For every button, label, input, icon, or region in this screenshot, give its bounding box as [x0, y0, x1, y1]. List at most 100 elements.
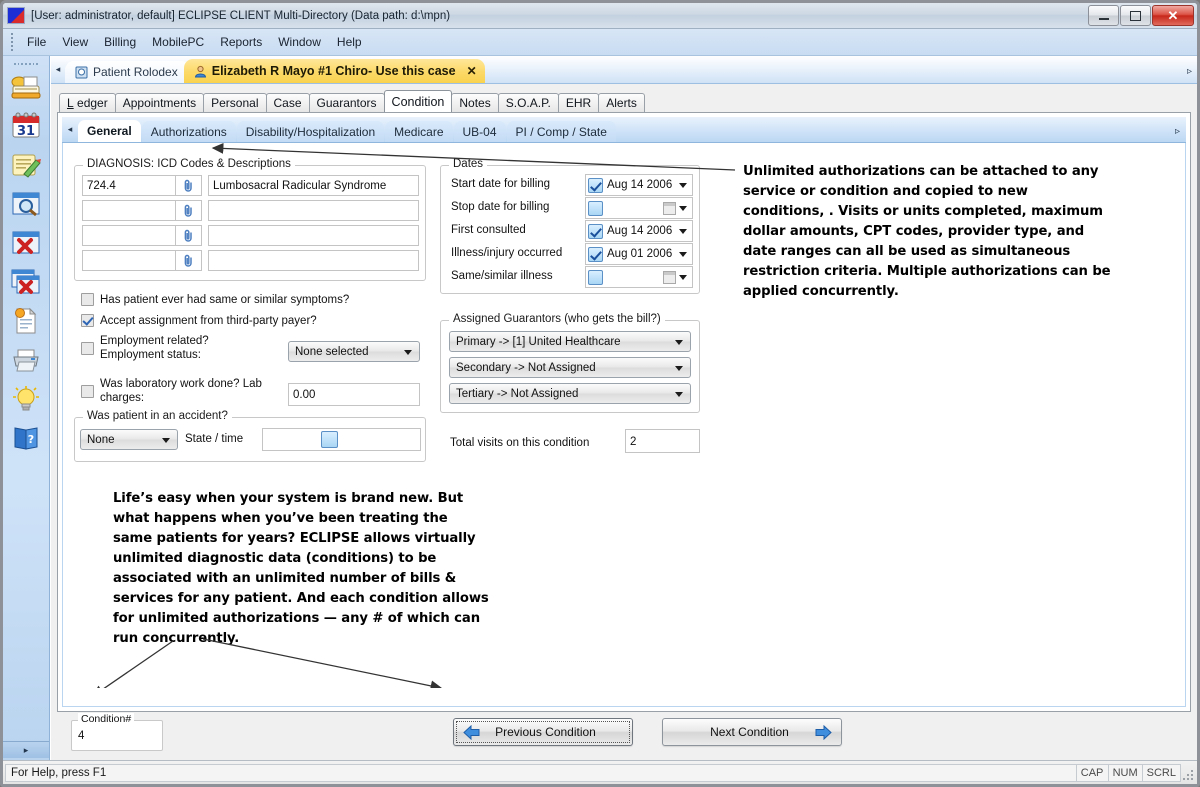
sidebar-collapse-button[interactable]: ▸	[3, 741, 49, 758]
sub-tab-medicare[interactable]: Medicare	[385, 121, 453, 142]
tertiary-guarantor-dropdown[interactable]: Tertiary -> Not Assigned	[449, 383, 691, 404]
patient-tabs-scroll-left-icon[interactable]: ◂	[51, 56, 65, 83]
new-document-icon[interactable]	[9, 305, 43, 337]
tab-guarantors[interactable]: Guarantors	[308, 93, 385, 112]
stop-date-field[interactable]	[585, 197, 693, 219]
employment-related-checkbox[interactable]	[81, 341, 94, 355]
main-tab-row: L Ledger Appointments Personal Case Guara…	[57, 90, 1191, 112]
similar-symptoms-row: Has patient ever had same or similar sym…	[81, 293, 349, 306]
patient-tab-elizabeth-mayo[interactable]: Elizabeth R Mayo #1 Chiro- Use this case…	[183, 59, 485, 83]
secondary-guarantor-value: Secondary -> Not Assigned	[456, 361, 596, 374]
diagnosis-code-input-3[interactable]	[82, 225, 176, 246]
patient-tabs-scroll-right-icon[interactable]: ▹	[1187, 66, 1192, 77]
primary-guarantor-dropdown[interactable]: Primary -> [1] United Healthcare	[449, 331, 691, 352]
menu-item-file[interactable]: File	[19, 32, 54, 52]
paperclip-icon-4[interactable]	[176, 250, 202, 271]
total-visits-label: Total visits on this condition	[450, 437, 590, 449]
tab-guarantors-label: Guarantors	[316, 96, 377, 110]
accident-state-time-input[interactable]	[262, 428, 421, 451]
menu-item-window[interactable]: Window	[270, 32, 329, 52]
diagnosis-description-input-3[interactable]	[208, 225, 419, 246]
stop-date-checkbox[interactable]	[588, 200, 603, 216]
accident-type-dropdown[interactable]: None	[80, 429, 178, 450]
start-date-checkbox[interactable]	[588, 177, 603, 193]
sub-tab-pi-comp-state[interactable]: PI / Comp / State	[506, 121, 616, 142]
diagnosis-code-input-1[interactable]: 724.4	[82, 175, 176, 196]
diagnosis-code-input-4[interactable]	[82, 250, 176, 271]
diagnosis-description-input-4[interactable]	[208, 250, 419, 271]
tab-personal[interactable]: Personal	[203, 93, 267, 112]
maximize-button[interactable]	[1120, 5, 1151, 26]
tab-ehr[interactable]: EHR	[557, 93, 600, 112]
menu-item-view[interactable]: View	[54, 32, 96, 52]
employment-status-label: Employment status:	[100, 349, 201, 361]
sub-tab-authorizations[interactable]: Authorizations	[141, 121, 236, 142]
sub-tabs-scroll-right-icon[interactable]: ▹	[1175, 126, 1180, 137]
accept-assignment-checkbox[interactable]	[81, 314, 94, 327]
diagnosis-code-input-2[interactable]	[82, 200, 176, 221]
help-book-icon[interactable]: ?	[9, 422, 43, 454]
tab-soap[interactable]: S.O.A.P.	[497, 93, 559, 112]
first-consulted-checkbox[interactable]	[588, 223, 603, 239]
menu-item-mobilepc[interactable]: MobilePC	[144, 32, 212, 52]
notepad-pencil-icon[interactable]	[9, 149, 43, 181]
diagnosis-description-input-2[interactable]	[208, 200, 419, 221]
previous-condition-button[interactable]: Previous Condition	[453, 718, 633, 746]
illness-occurred-label: Illness/injury occurred	[451, 247, 563, 259]
patient-tab-rolodex[interactable]: Patient Rolodex	[65, 61, 190, 83]
paperclip-icon-3[interactable]	[176, 225, 202, 246]
resize-grip[interactable]	[1181, 764, 1195, 782]
printer-icon[interactable]	[9, 344, 43, 376]
tab-notes[interactable]: Notes	[451, 93, 499, 112]
menu-item-billing[interactable]: Billing	[96, 32, 144, 52]
close-all-windows-icon[interactable]	[9, 266, 43, 298]
rolodex-icon[interactable]	[9, 71, 43, 103]
same-similar-illness-field[interactable]	[585, 266, 693, 288]
stop-date-label: Stop date for billing	[451, 201, 550, 213]
menu-item-help[interactable]: Help	[329, 32, 370, 52]
lightbulb-icon[interactable]	[9, 383, 43, 415]
same-similar-illness-checkbox[interactable]	[588, 269, 603, 285]
sub-tabs-scroll-left-icon[interactable]: ◂	[62, 117, 78, 142]
first-consulted-field[interactable]: Aug 14 2006	[585, 220, 693, 242]
illness-occurred-checkbox[interactable]	[588, 246, 603, 262]
total-visits-input[interactable]: 2	[625, 429, 700, 453]
search-window-icon[interactable]	[9, 188, 43, 220]
next-condition-button[interactable]: Next Condition	[662, 718, 842, 746]
start-date-field[interactable]: Aug 14 2006	[585, 174, 693, 196]
sub-tab-ub04[interactable]: UB-04	[453, 121, 506, 142]
condition-number-field[interactable]: Condition# 4	[71, 713, 163, 751]
tab-case[interactable]: Case	[265, 93, 310, 112]
minimize-button[interactable]	[1088, 5, 1119, 26]
employment-status-dropdown[interactable]: None selected	[288, 341, 420, 362]
illness-occurred-field[interactable]: Aug 01 2006	[585, 243, 693, 265]
annotation-authorizations: Unlimited authorizations can be attached…	[743, 164, 1111, 300]
menu-item-reports[interactable]: Reports	[212, 32, 270, 52]
lab-charges-input[interactable]: 0.00	[288, 383, 420, 406]
chevron-down-icon-illness-occurred	[679, 252, 687, 257]
paperclip-icon-1[interactable]	[176, 175, 202, 196]
tab-condition[interactable]: Condition	[383, 90, 453, 112]
accident-time-checkbox[interactable]	[321, 431, 338, 448]
paperclip-icon-2[interactable]	[176, 200, 202, 221]
tab-appointments[interactable]: Appointments	[114, 93, 205, 112]
sidebar-gripper[interactable]	[13, 60, 39, 67]
close-button[interactable]: ✕	[1152, 5, 1194, 26]
similar-symptoms-checkbox[interactable]	[81, 293, 94, 306]
status-cell-num: NUM	[1108, 763, 1143, 782]
menu-gripper[interactable]	[8, 32, 16, 52]
calendar-picker-icon-same-similar[interactable]	[663, 271, 676, 284]
tab-alerts[interactable]: Alerts	[598, 93, 645, 112]
sub-tab-disability-hospitalization[interactable]: Disability/Hospitalization	[236, 121, 385, 142]
status-cell-caps: CAP	[1076, 763, 1109, 782]
diagnosis-description-input-1[interactable]: Lumbosacral Radicular Syndrome	[208, 175, 419, 196]
secondary-guarantor-dropdown[interactable]: Secondary -> Not Assigned	[449, 357, 691, 378]
patient-tab-close-icon[interactable]: ✕	[467, 64, 477, 78]
calendar-icon[interactable]: 31	[9, 110, 43, 142]
lab-work-checkbox[interactable]	[81, 384, 94, 398]
diagnosis-group: DIAGNOSIS: ICD Codes & Descriptions 724.…	[74, 158, 426, 281]
sub-tab-general[interactable]: General	[78, 120, 141, 142]
close-window-icon[interactable]	[9, 227, 43, 259]
calendar-picker-icon-stop-date[interactable]	[663, 202, 676, 215]
tab-ledger[interactable]: L Ledger	[59, 93, 116, 112]
